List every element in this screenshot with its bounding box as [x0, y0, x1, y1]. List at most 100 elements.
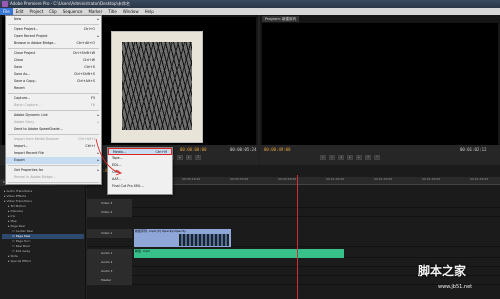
program-duration: 00:01:02:12: [460, 147, 487, 152]
menu-item-shortcut: Ctrl+Shift+W: [72, 51, 95, 55]
menu-item-shortcut: F6: [91, 103, 95, 107]
menu-item-label: AAF...: [112, 177, 122, 181]
menu-item-shortcut: Ctrl+Alt+O: [76, 41, 95, 45]
file-menu-item[interactable]: Adobe Dynamic Link ▸: [6, 112, 101, 119]
file-menu-item[interactable]: Save As... Ctrl+Shift+S: [6, 71, 101, 78]
submenu-arrow-icon: ▸: [97, 120, 99, 124]
menu-separator: [8, 48, 99, 49]
menu-item-label: Revert: [14, 86, 25, 90]
audio-clip[interactable]: 新建 .mp4: [134, 249, 344, 258]
menu-separator: [8, 165, 99, 166]
file-menu-item[interactable]: Browse in Adobe Bridge... Ctrl+Alt+O: [6, 40, 101, 47]
playhead[interactable]: [297, 175, 298, 299]
file-menu-item[interactable]: Export ▸: [6, 157, 101, 164]
export-submenu-item[interactable]: Final Cut Pro XML...: [108, 183, 172, 190]
track-header[interactable]: Audio 3: [87, 267, 132, 276]
menu-item-shortcut: Ctrl+O: [83, 27, 95, 31]
prog-mark-in-button[interactable]: {: [320, 155, 326, 160]
prog-step-forward-button[interactable]: ▸: [356, 155, 362, 160]
program-transport: { } ◂ ▸ ▸ ↥ ⇡: [320, 155, 380, 160]
menu-marker[interactable]: Marker: [85, 8, 105, 15]
menu-sequence[interactable]: Sequence: [60, 8, 86, 15]
prog-play-button[interactable]: ▸: [347, 155, 353, 160]
timeline-track[interactable]: Video 2: [87, 208, 500, 217]
menu-project[interactable]: Project: [26, 8, 46, 15]
window-titlebar: Adobe Premiere Pro - C:\Users\Administra…: [0, 0, 500, 8]
menu-edit[interactable]: Edit: [13, 8, 27, 15]
file-menu-item: Batch Capture... F6: [6, 102, 101, 109]
program-controls: 00:00:49:08 00:01:02:12 { } ◂ ▸ ▸ ↥ ⇡: [260, 145, 500, 167]
program-timecode: 00:00:49:08: [264, 147, 291, 152]
menu-item-label: Adobe Story: [14, 120, 35, 124]
menu-item-shortcut: F5: [91, 96, 95, 100]
file-menu-item[interactable]: Open Recent Project ▸: [6, 33, 101, 40]
track-header[interactable]: Video 3: [87, 199, 132, 208]
ruler-tick-label: 00:00:16:00: [182, 177, 201, 181]
prog-step-back-button[interactable]: ◂: [338, 155, 344, 160]
prog-mark-out-button[interactable]: }: [329, 155, 335, 160]
track-header[interactable]: Audio 2: [87, 258, 132, 267]
menu-help[interactable]: Help: [142, 8, 157, 15]
file-menu-item[interactable]: Import... Ctrl+I: [6, 143, 101, 150]
menu-separator: [8, 110, 99, 111]
timeline-track[interactable]: Video 3: [87, 199, 500, 208]
menu-item-shortcut: Ctrl+W: [83, 58, 95, 62]
video-clip[interactable]: 新建序列 .mp4 [V] Opacity:Opacity: [134, 229, 231, 247]
file-menu-item: Adobe Story ▸: [6, 119, 101, 126]
menu-clip[interactable]: Clip: [46, 8, 60, 15]
tab-program[interactable]: Program: 新建序列: [262, 16, 300, 22]
file-menu-item[interactable]: Save Ctrl+S: [6, 64, 101, 71]
menu-item-label: Exit: [14, 185, 21, 189]
menu-file[interactable]: File: [0, 8, 13, 15]
ruler-tick-label: 00:01:20:00: [374, 177, 393, 181]
ruler-tick-label: 00:00:32:00: [230, 177, 249, 181]
program-monitor-panel: Program: 新建序列 00:00:49:08 00:01:02:12 { …: [260, 15, 500, 167]
play-button[interactable]: ▸: [177, 155, 183, 160]
track-header[interactable]: Video 1: [87, 229, 132, 238]
file-menu-item[interactable]: Get Properties for ▸: [6, 167, 101, 174]
menu-item-label: Final Cut Pro XML...: [112, 184, 144, 188]
watermark-url: www.jb51.net: [438, 284, 473, 290]
menu-item-label: Send to Adobe SpeedGrade...: [14, 127, 63, 131]
source-timecode-duration: 00:00:05:24: [230, 147, 257, 152]
track-header[interactable]: Audio 1: [87, 249, 132, 258]
file-menu-item[interactable]: Capture... F5: [6, 95, 101, 102]
callout-arrow-icon: [95, 138, 122, 176]
track-header[interactable]: Master: [87, 276, 132, 285]
file-menu-item[interactable]: Import Recent File ▸: [6, 150, 101, 157]
export-submenu-item[interactable]: AAF...: [108, 176, 172, 183]
menu-separator: [8, 93, 99, 94]
file-menu-item: Import from Media Browser Ctrl+Alt+I: [6, 136, 101, 143]
prog-lift-button[interactable]: ↥: [365, 155, 371, 160]
step-forward-button[interactable]: ▸: [186, 155, 192, 160]
timeline-track[interactable]: Audio 1 新建 .mp4: [87, 249, 500, 258]
menu-item-label: Import...: [14, 144, 29, 148]
prog-extract-button[interactable]: ⇡: [374, 155, 380, 160]
track-header[interactable]: Video 2: [87, 208, 132, 217]
program-viewer[interactable]: [262, 23, 498, 145]
menu-item-label: Batch Capture...: [14, 103, 41, 107]
submenu-arrow-icon: ▸: [97, 113, 99, 117]
file-menu-dropdown: New ▸ Open Project... Ctrl+O Open Recent Pro…: [5, 15, 102, 189]
file-menu-item[interactable]: Revert: [6, 85, 101, 92]
menu-item-label: New: [14, 17, 22, 21]
menu-title[interactable]: Title: [105, 8, 120, 15]
file-menu-item[interactable]: Send to Adobe SpeedGrade...: [6, 126, 101, 133]
file-menu-item[interactable]: Exit Ctrl+Q: [6, 184, 101, 191]
insert-button[interactable]: ↧: [195, 155, 201, 160]
file-menu-item[interactable]: Save a Copy... Ctrl+Alt+S: [6, 78, 101, 85]
file-menu-item[interactable]: Close Ctrl+W: [6, 57, 101, 64]
menu-window[interactable]: Window: [120, 8, 142, 15]
menu-item-label: Close Project: [14, 51, 36, 55]
effects-tree-item[interactable]: ▸ Special Effect: [2, 259, 84, 264]
file-menu-item[interactable]: New ▸: [6, 16, 101, 23]
submenu-arrow-icon: ▸: [97, 34, 99, 38]
timeline-track[interactable]: Video 1 新建序列 .mp4 [V] Opacity:Opacity: [87, 229, 500, 247]
submenu-arrow-icon: ▸: [97, 17, 99, 21]
file-menu-item[interactable]: Open Project... Ctrl+O: [6, 26, 101, 33]
timeline-ruler[interactable]: 00:0000:00:16:0000:00:32:0000:00:48:0000…: [132, 177, 500, 185]
ruler-tick-label: 00:01:04:00: [326, 177, 345, 181]
menu-separator: [8, 182, 99, 183]
menu-item-shortcut: Ctrl+Shift+S: [74, 72, 95, 76]
file-menu-item[interactable]: Close Project Ctrl+Shift+W: [6, 50, 101, 57]
